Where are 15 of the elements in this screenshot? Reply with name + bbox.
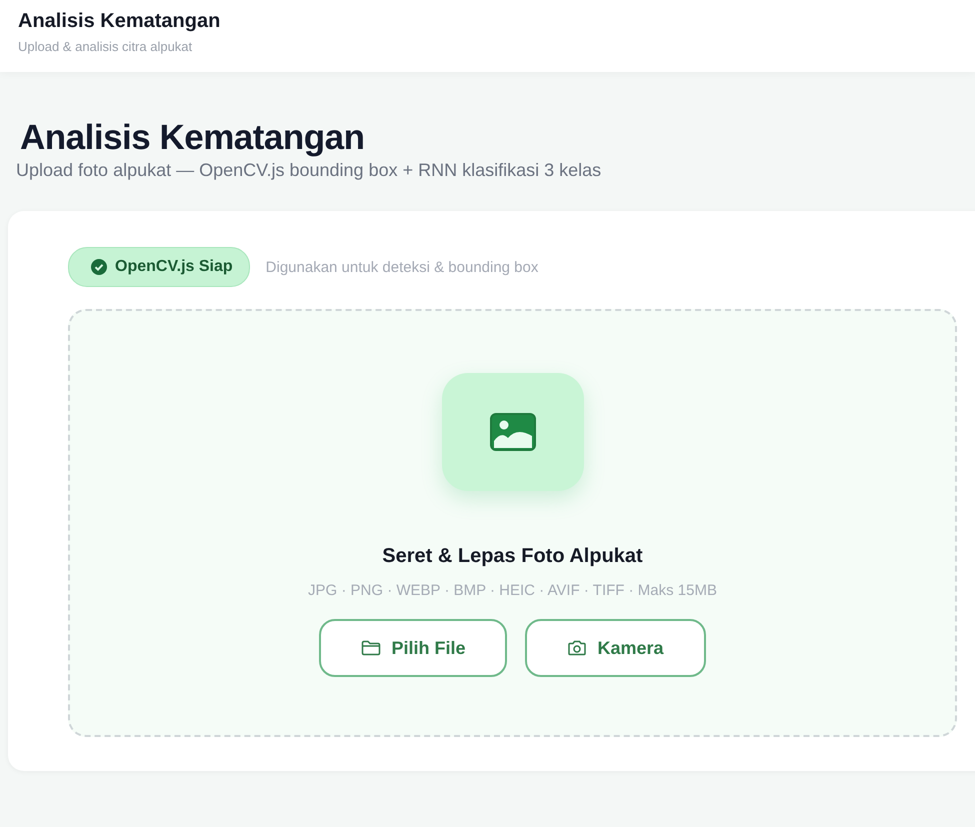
drop-zone[interactable]: Seret & Lepas Foto Alpukat JPG · PNG · WEBP · BMP · HEIC · AVIF · TIFF · Maks 15MB Pilih File Kamera xyxy=(68,309,957,737)
drop-zone-title: Seret & Lepas Foto Alpukat xyxy=(382,545,643,568)
header-title: Analisis Kematangan xyxy=(18,10,220,33)
camera-button[interactable]: Kamera xyxy=(525,619,706,677)
supported-formats: JPG · PNG · WEBP · BMP · HEIC · AVIF · TIFF · Maks 15MB xyxy=(308,582,717,599)
check-icon xyxy=(91,259,107,275)
status-label: OpenCV.js Siap xyxy=(115,258,233,276)
page-title: Analisis Kematangan xyxy=(20,118,364,158)
image-icon xyxy=(488,412,536,452)
page-subtitle: Upload foto alpukat — OpenCV.js bounding box + RNN klasifikasi 3 kelas xyxy=(16,160,602,181)
choose-file-button[interactable]: Pilih File xyxy=(319,619,508,677)
status-note: Digunakan untuk deteksi & bounding box xyxy=(266,258,538,276)
header-subtitle: Upload & analisis citra alpukat xyxy=(18,39,194,54)
camera-icon xyxy=(567,640,588,656)
folder-icon xyxy=(361,640,382,656)
